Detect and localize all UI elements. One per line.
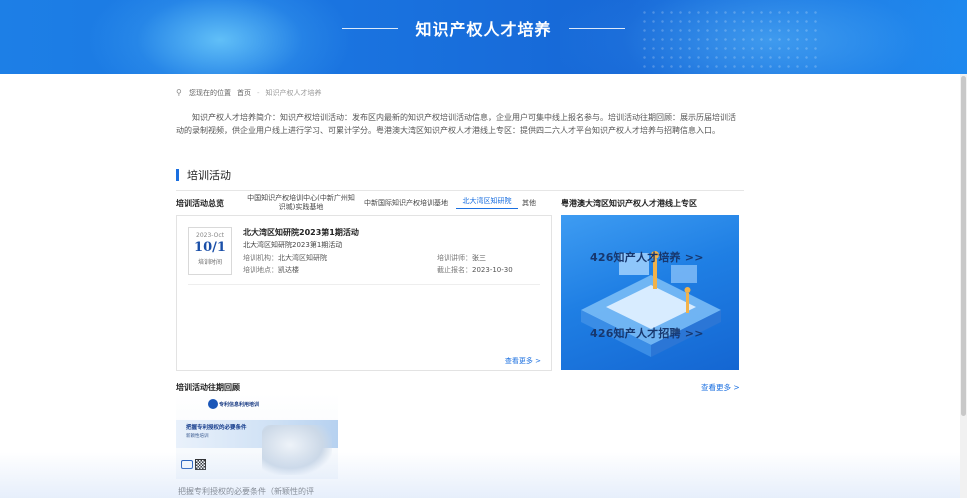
review-more-link[interactable]: 查看更多 > bbox=[701, 382, 740, 393]
banner-line-right bbox=[568, 27, 625, 29]
activity-teacher: 培训讲师：张三 bbox=[437, 253, 486, 263]
location-pin-icon: ⚲ bbox=[176, 88, 182, 97]
activity-date-year-month: 2023-Oct bbox=[196, 232, 224, 239]
section-accent-bar bbox=[176, 169, 179, 181]
activity-list: 2023-Oct 10/1 培训时间 北大湾区知研院2023第1期活动 北大湾区… bbox=[176, 215, 552, 371]
review-section-title: 培训活动往期回顾 bbox=[176, 383, 240, 392]
tab-other[interactable]: 其他 bbox=[518, 199, 540, 208]
activity-org-value: 北大湾区知研院 bbox=[278, 254, 327, 262]
thumb-photo bbox=[262, 425, 332, 475]
activity-subtitle: 北大湾区知研院2023第1期活动 bbox=[243, 241, 343, 249]
promo-illustration bbox=[581, 251, 721, 357]
banner-line-left bbox=[342, 27, 399, 29]
page-banner: 知识产权人才培养 bbox=[0, 0, 967, 74]
activity-teacher-label: 培训讲师： bbox=[437, 254, 472, 262]
breadcrumb-home[interactable]: 首页 bbox=[237, 88, 251, 98]
review-video-thumbnail[interactable]: 专利信息利用培训 把握专利授权的必要条件 新颖性培训 bbox=[176, 393, 338, 479]
org-logo-icon bbox=[208, 399, 218, 409]
activity-place-value: 凯达楼 bbox=[278, 266, 299, 274]
bottom-fade bbox=[0, 452, 967, 498]
activity-tabs: 培训活动总览 中国知识产权培训中心(中新广州知识城)实践基地 中新国际知识产权培… bbox=[176, 192, 552, 214]
section-heading: 培训活动 bbox=[176, 167, 231, 183]
activity-separator bbox=[188, 284, 540, 285]
banner-title: 知识产权人才培养 bbox=[415, 20, 552, 39]
gba-zone-title: 粤港澳大湾区知识产权人才港线上专区 bbox=[561, 199, 697, 208]
breadcrumb: ⚲ 您现在的位置 首页 - 知识产权人才培养 bbox=[176, 88, 322, 98]
breadcrumb-current: 知识产权人才培养 bbox=[265, 89, 322, 97]
thumb-org-name: 专利信息利用培训 bbox=[219, 402, 260, 408]
activity-org-label: 培训机构： bbox=[243, 254, 278, 262]
intro-text: 知识产权人才培养简介：知识产权培训活动：发布区内最新的知识产权培训活动信息，企业… bbox=[176, 113, 736, 135]
activity-date-card: 2023-Oct 10/1 培训时间 bbox=[188, 227, 232, 275]
qr-code-icon bbox=[195, 459, 206, 470]
promo-talent-training-link[interactable]: 426知产人才培养 >> bbox=[590, 249, 704, 265]
activity-deadline-label: 截止报名： bbox=[437, 266, 472, 274]
activity-deadline-value: 2023-10-30 bbox=[472, 266, 513, 274]
section-divider bbox=[176, 190, 744, 191]
activity-overview-label: 培训活动总览 bbox=[176, 198, 224, 208]
tab-pku-bay-area-institute[interactable]: 北大湾区知研院 bbox=[456, 197, 518, 209]
thumb-headline: 把握专利授权的必要条件 bbox=[186, 425, 247, 431]
activity-date-day: 10/1 bbox=[194, 240, 226, 255]
activity-place-label: 培训地点： bbox=[243, 266, 278, 274]
scrollbar-thumb[interactable] bbox=[961, 76, 966, 416]
activity-deadline: 截止报名：2023-10-30 bbox=[437, 265, 513, 275]
breadcrumb-location-label: 您现在的位置 bbox=[189, 89, 231, 97]
activity-teacher-value: 张三 bbox=[472, 254, 486, 262]
activity-more-link[interactable]: 查看更多 > bbox=[505, 356, 541, 366]
thumb-badge-icon bbox=[181, 460, 193, 469]
breadcrumb-separator: - bbox=[257, 89, 260, 97]
section-title: 培训活动 bbox=[187, 169, 231, 182]
review-video-caption[interactable]: 把握专利授权的必要条件（新颖性的评 bbox=[178, 486, 340, 497]
activity-title[interactable]: 北大湾区知研院2023第1期活动 bbox=[243, 227, 359, 238]
thumb-subline: 新颖性培训 bbox=[186, 434, 209, 439]
tab-sino-singapore-base[interactable]: 中新国际知识产权培训基地 bbox=[356, 199, 456, 208]
gba-promo-banner[interactable]: 426知产人才培养 >> 426知产人才招聘 >> bbox=[561, 215, 739, 370]
activity-org: 培训机构：北大湾区知研院 bbox=[243, 253, 327, 263]
banner-title-wrap: 知识产权人才培养 bbox=[0, 16, 967, 40]
promo-talent-recruit-link[interactable]: 426知产人才招聘 >> bbox=[590, 325, 704, 341]
tab-cnipa-training-center[interactable]: 中国知识产权培训中心(中新广州知识城)实践基地 bbox=[246, 194, 356, 212]
activity-date-label: 培训时间 bbox=[197, 259, 222, 266]
activity-place: 培训地点：凯达楼 bbox=[243, 265, 299, 275]
